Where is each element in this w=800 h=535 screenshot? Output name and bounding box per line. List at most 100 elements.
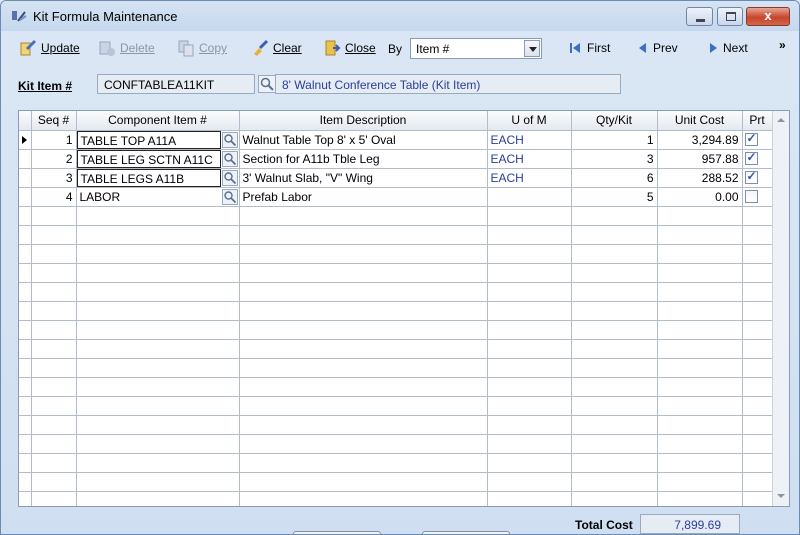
qty-kit-cell[interactable] bbox=[571, 472, 658, 492]
footer-button-left[interactable] bbox=[293, 531, 381, 534]
unit-cost-cell[interactable] bbox=[657, 472, 743, 492]
prt-cell[interactable] bbox=[742, 301, 773, 321]
component-item-cell[interactable] bbox=[76, 282, 240, 302]
uom-cell[interactable] bbox=[487, 491, 572, 506]
uom-cell[interactable] bbox=[487, 187, 572, 207]
item-description-cell[interactable] bbox=[239, 244, 488, 264]
qty-kit-cell[interactable] bbox=[571, 358, 658, 378]
item-description-cell[interactable] bbox=[239, 377, 488, 397]
seq-cell[interactable] bbox=[31, 282, 77, 302]
uom-cell[interactable] bbox=[487, 396, 572, 416]
uom-cell[interactable] bbox=[487, 339, 572, 359]
component-lookup-magnifier-icon[interactable] bbox=[221, 131, 238, 148]
clear-button[interactable]: Clear bbox=[251, 38, 302, 58]
first-button[interactable]: First bbox=[569, 38, 610, 58]
seq-cell[interactable]: 1 bbox=[31, 130, 77, 150]
component-item-cell[interactable] bbox=[76, 415, 240, 435]
column-header-qty-kit[interactable]: Qty/Kit bbox=[571, 111, 658, 131]
column-header-uom[interactable]: U of M bbox=[487, 111, 572, 131]
table-row[interactable] bbox=[19, 206, 773, 226]
component-item-cell[interactable] bbox=[76, 244, 240, 264]
component-item-cell[interactable] bbox=[76, 491, 240, 506]
component-item-cell[interactable] bbox=[76, 377, 240, 397]
row-indicator[interactable] bbox=[19, 453, 32, 473]
uom-cell[interactable] bbox=[487, 320, 572, 340]
row-indicator[interactable] bbox=[19, 225, 32, 245]
prt-cell[interactable] bbox=[742, 225, 773, 245]
row-indicator[interactable] bbox=[19, 149, 32, 169]
close-window-button[interactable]: x bbox=[746, 7, 790, 26]
uom-cell[interactable] bbox=[487, 415, 572, 435]
prt-cell[interactable] bbox=[742, 263, 773, 283]
prt-cell[interactable] bbox=[742, 453, 773, 473]
item-description-cell[interactable] bbox=[239, 358, 488, 378]
update-button[interactable]: Update bbox=[19, 38, 80, 58]
seq-cell[interactable] bbox=[31, 453, 77, 473]
unit-cost-cell[interactable]: 3,294.89 bbox=[657, 130, 743, 150]
prt-cell[interactable] bbox=[742, 339, 773, 359]
table-row[interactable] bbox=[19, 472, 773, 492]
column-header-unit-cost[interactable]: Unit Cost bbox=[657, 111, 743, 131]
row-indicator[interactable] bbox=[19, 491, 32, 506]
prev-button[interactable]: Prev bbox=[637, 38, 678, 58]
row-indicator[interactable] bbox=[19, 339, 32, 359]
qty-kit-cell[interactable] bbox=[571, 206, 658, 226]
prt-cell[interactable] bbox=[742, 415, 773, 435]
qty-kit-cell[interactable] bbox=[571, 377, 658, 397]
row-indicator[interactable] bbox=[19, 434, 32, 454]
prt-cell[interactable] bbox=[742, 396, 773, 416]
seq-cell[interactable] bbox=[31, 415, 77, 435]
sort-by-select[interactable]: Item # bbox=[410, 38, 542, 59]
unit-cost-cell[interactable] bbox=[657, 453, 743, 473]
uom-cell[interactable] bbox=[487, 301, 572, 321]
item-description-cell[interactable] bbox=[239, 472, 488, 492]
qty-kit-cell[interactable]: 3 bbox=[571, 149, 658, 169]
maximize-button[interactable] bbox=[717, 7, 743, 26]
table-row[interactable] bbox=[19, 301, 773, 321]
component-item-cell[interactable] bbox=[76, 472, 240, 492]
row-indicator[interactable] bbox=[19, 396, 32, 416]
row-indicator[interactable] bbox=[19, 377, 32, 397]
item-description-cell[interactable] bbox=[239, 263, 488, 283]
prt-cell[interactable] bbox=[742, 377, 773, 397]
column-header-item-description[interactable]: Item Description bbox=[239, 111, 488, 131]
component-item-cell[interactable] bbox=[76, 320, 240, 340]
qty-kit-cell[interactable] bbox=[571, 453, 658, 473]
table-row[interactable] bbox=[19, 225, 773, 245]
component-item-cell[interactable] bbox=[76, 301, 240, 321]
prt-cell[interactable] bbox=[742, 149, 773, 169]
seq-cell[interactable] bbox=[31, 472, 77, 492]
qty-kit-cell[interactable] bbox=[571, 396, 658, 416]
row-indicator[interactable] bbox=[19, 358, 32, 378]
item-description-cell[interactable]: 3' Walnut Slab, "V" Wing bbox=[239, 168, 488, 188]
component-item-cell[interactable] bbox=[76, 339, 240, 359]
seq-cell[interactable] bbox=[31, 206, 77, 226]
close-button[interactable]: Close bbox=[323, 38, 376, 58]
unit-cost-cell[interactable] bbox=[657, 282, 743, 302]
item-description-cell[interactable] bbox=[239, 415, 488, 435]
row-indicator[interactable] bbox=[19, 415, 32, 435]
next-button[interactable]: Next bbox=[707, 38, 748, 58]
unit-cost-cell[interactable] bbox=[657, 434, 743, 454]
seq-cell[interactable] bbox=[31, 339, 77, 359]
unit-cost-cell[interactable] bbox=[657, 320, 743, 340]
qty-kit-cell[interactable] bbox=[571, 415, 658, 435]
item-description-cell[interactable] bbox=[239, 396, 488, 416]
prt-checkbox[interactable] bbox=[744, 189, 758, 203]
table-row[interactable] bbox=[19, 263, 773, 283]
table-row[interactable]: 2 TABLE LEG SCTN A11C Section for A11b Tbl… bbox=[19, 149, 773, 169]
qty-kit-cell[interactable] bbox=[571, 491, 658, 506]
table-row[interactable] bbox=[19, 434, 773, 454]
item-description-cell[interactable] bbox=[239, 491, 488, 506]
table-row[interactable]: 4 LABOR Prefab Labor 5 0.00 bbox=[19, 187, 773, 207]
column-header-prt[interactable]: Prt bbox=[742, 111, 773, 131]
item-description-cell[interactable] bbox=[239, 206, 488, 226]
column-header-component-item[interactable]: Component Item # bbox=[76, 111, 240, 131]
qty-kit-cell[interactable] bbox=[571, 434, 658, 454]
component-item-cell[interactable] bbox=[76, 358, 240, 378]
uom-cell[interactable] bbox=[487, 206, 572, 226]
unit-cost-cell[interactable]: 957.88 bbox=[657, 149, 743, 169]
seq-cell[interactable] bbox=[31, 358, 77, 378]
seq-cell[interactable] bbox=[31, 377, 77, 397]
seq-cell[interactable] bbox=[31, 434, 77, 454]
